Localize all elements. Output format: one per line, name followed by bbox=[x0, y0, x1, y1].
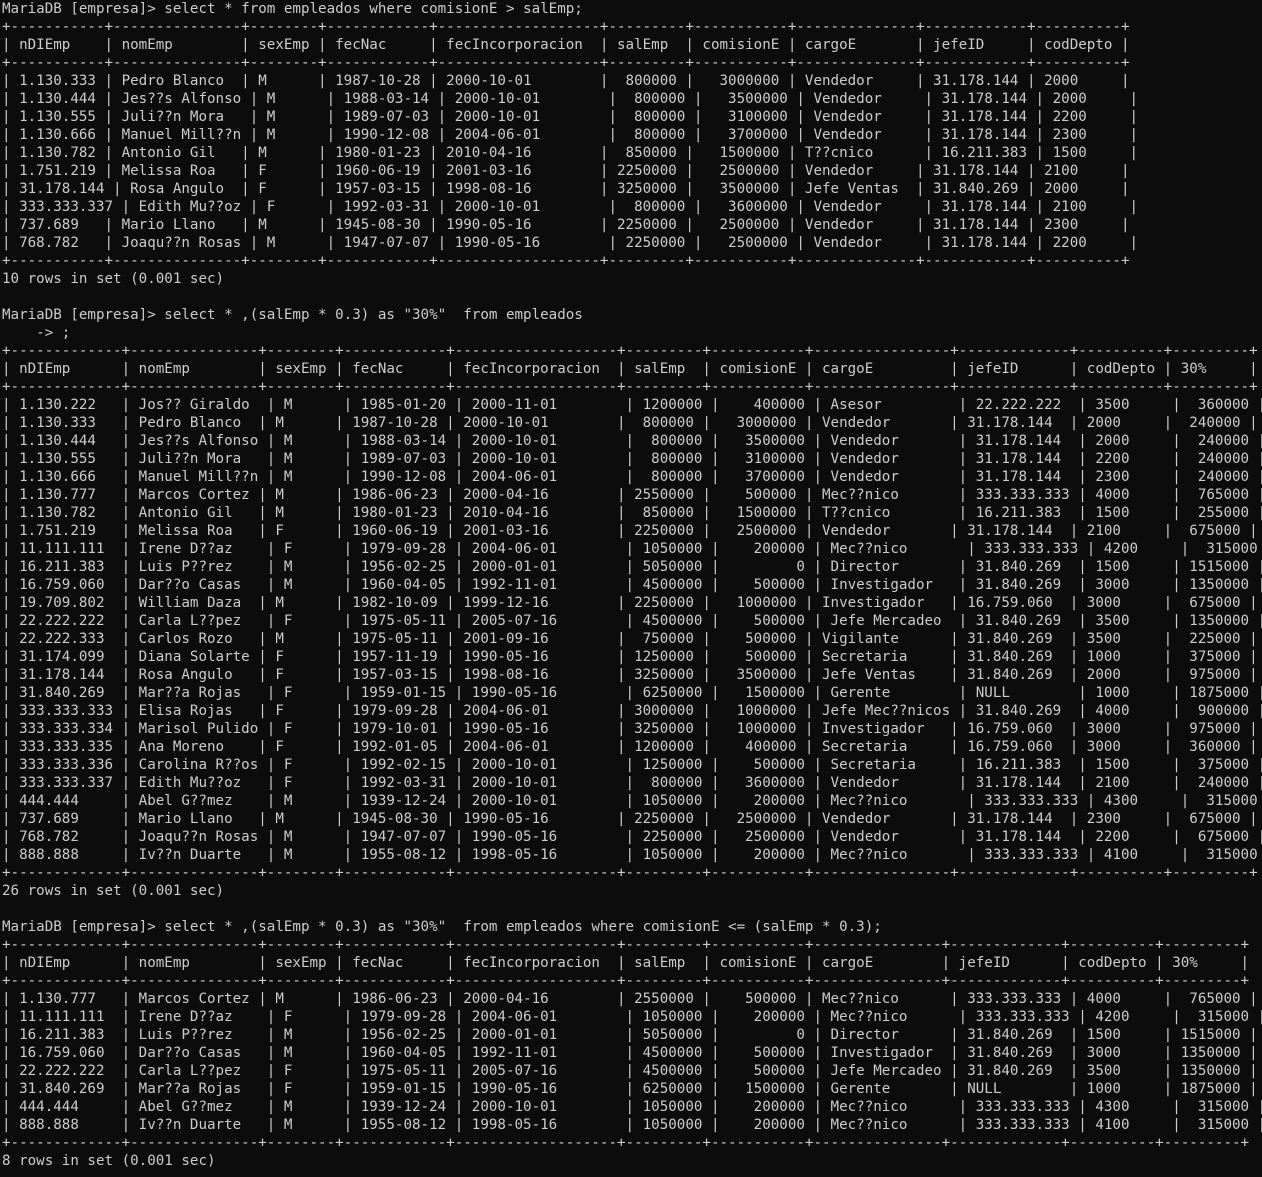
table-row: | 888.888 | Iv??n Duarte | M | 1955-08-1… bbox=[2, 847, 1262, 863]
table-row: | nDIEmp | nomEmp | sexEmp | fecNac | fe… bbox=[2, 361, 1258, 377]
table-border-line: +-----------+---------------+--------+--… bbox=[2, 55, 1130, 71]
table-border-line: +-----------+---------------+--------+--… bbox=[2, 253, 1130, 269]
table-row: | 333.333.333 | Elisa Rojas | F | 1979-0… bbox=[2, 703, 1262, 719]
terminal-output: MariaDB [empresa]> select * from emplead… bbox=[2, 0, 1262, 1170]
table-border-line: +-------------+---------------+--------+… bbox=[2, 973, 1250, 989]
table-row: | 737.689 | Mario Llano | M | 1945-08-30… bbox=[2, 811, 1258, 827]
table-row: | 22.222.222 | Carla L??pez | F | 1975-0… bbox=[2, 613, 1262, 629]
table-row: | 31.174.099 | Diana Solarte | F | 1957-… bbox=[2, 649, 1258, 665]
table-row: | 16.759.060 | Dar??o Casas | M | 1960-0… bbox=[2, 1045, 1258, 1061]
table-row: | 333.333.334 | Marisol Pulido | F | 197… bbox=[2, 721, 1258, 737]
table-row: | 737.689 | Mario Llano | M | 1945-08-30… bbox=[2, 217, 1130, 233]
table-row: | 1.130.222 | Jos?? Giraldo | M | 1985-0… bbox=[2, 397, 1262, 413]
table-row: | 333.333.337 | Edith Mu??oz | F | 1992-… bbox=[2, 775, 1262, 791]
table-row: | 768.782 | Joaqu??n Rosas | M | 1947-07… bbox=[2, 235, 1139, 251]
table-row: | 768.782 | Joaqu??n Rosas | M | 1947-07… bbox=[2, 829, 1262, 845]
table-row: | 31.840.269 | Mar??a Rojas | F | 1959-0… bbox=[2, 685, 1262, 701]
terminal-window[interactable]: MariaDB [empresa]> select * from emplead… bbox=[0, 0, 1262, 1177]
table-row: | 333.333.337 | Edith Mu??oz | F | 1992-… bbox=[2, 199, 1139, 215]
prompt-command-line: MariaDB [empresa]> select * ,(salEmp * 0… bbox=[2, 919, 882, 935]
table-row: | nDIEmp | nomEmp | sexEmp | fecNac | fe… bbox=[2, 955, 1250, 971]
table-row: | 1.751.219 | Melissa Roa | F | 1960-06-… bbox=[2, 523, 1258, 539]
table-row: | 444.444 | Abel G??mez | M | 1939-12-24… bbox=[2, 793, 1262, 809]
table-row: | 1.130.666 | Manuel Mill??n | M | 1990-… bbox=[2, 127, 1139, 143]
table-row: | 11.111.111 | Irene D??az | F | 1979-09… bbox=[2, 1009, 1262, 1025]
table-row: | 16.759.060 | Dar??o Casas | M | 1960-0… bbox=[2, 577, 1262, 593]
table-row: | 1.130.444 | Jes??s Alfonso | M | 1988-… bbox=[2, 91, 1139, 107]
table-border-line: +-------------+---------------+--------+… bbox=[2, 343, 1258, 359]
table-row: | 31.178.144 | Rosa Angulo | F | 1957-03… bbox=[2, 667, 1258, 683]
table-border-line: +-------------+---------------+--------+… bbox=[2, 937, 1250, 953]
table-row: | 1.130.777 | Marcos Cortez | M | 1986-0… bbox=[2, 487, 1262, 503]
table-row: | 333.333.335 | Ana Moreno | F | 1992-01… bbox=[2, 739, 1258, 755]
table-row: | 333.333.336 | Carolina R??os | F | 199… bbox=[2, 757, 1262, 773]
table-row: | 1.130.555 | Juli??n Mora | M | 1989-07… bbox=[2, 109, 1139, 125]
table-row: | nDIEmp | nomEmp | sexEmp | fecNac | fe… bbox=[2, 37, 1130, 53]
result-summary-line: 26 rows in set (0.001 sec) bbox=[2, 883, 225, 899]
table-row: | 22.222.222 | Carla L??pez | F | 1975-0… bbox=[2, 1063, 1258, 1079]
table-row: | 444.444 | Abel G??mez | M | 1939-12-24… bbox=[2, 1099, 1262, 1115]
table-row: | 31.840.269 | Mar??a Rojas | F | 1959-0… bbox=[2, 1081, 1258, 1097]
table-border-line: +-------------+---------------+--------+… bbox=[2, 379, 1258, 395]
table-row: | 16.211.383 | Luis P??rez | M | 1956-02… bbox=[2, 559, 1262, 575]
table-row: | 16.211.383 | Luis P??rez | M | 1956-02… bbox=[2, 1027, 1258, 1043]
result-summary-line: 10 rows in set (0.001 sec) bbox=[2, 271, 225, 287]
table-row: | 1.130.782 | Antonio Gil | M | 1980-01-… bbox=[2, 505, 1262, 521]
table-row: | 31.178.144 | Rosa Angulo | F | 1957-03… bbox=[2, 181, 1130, 197]
table-row: | 1.130.333 | Pedro Blanco | M | 1987-10… bbox=[2, 415, 1258, 431]
table-row: | 1.751.219 | Melissa Roa | F | 1960-06-… bbox=[2, 163, 1130, 179]
table-border-line: +-------------+---------------+--------+… bbox=[2, 865, 1258, 881]
result-summary-line: 8 rows in set (0.001 sec) bbox=[2, 1153, 216, 1169]
table-row: | 1.130.555 | Juli??n Mora | M | 1989-07… bbox=[2, 451, 1262, 467]
table-row: | 11.111.111 | Irene D??az | F | 1979-09… bbox=[2, 541, 1262, 557]
table-border-line: +-----------+---------------+--------+--… bbox=[2, 19, 1130, 35]
table-row: | 1.130.782 | Antonio Gil | M | 1980-01-… bbox=[2, 145, 1139, 161]
table-row: | 888.888 | Iv??n Duarte | M | 1955-08-1… bbox=[2, 1117, 1262, 1133]
table-row: | 1.130.777 | Marcos Cortez | M | 1986-0… bbox=[2, 991, 1258, 1007]
prompt-command-line: MariaDB [empresa]> select * from emplead… bbox=[2, 1, 583, 17]
table-row: | 22.222.333 | Carlos Rozo | M | 1975-05… bbox=[2, 631, 1258, 647]
prompt-command-line: MariaDB [empresa]> select * ,(salEmp * 0… bbox=[2, 307, 583, 323]
prompt-continuation-line: -> ; bbox=[2, 325, 71, 341]
table-row: | 19.709.802 | William Daza | M | 1982-1… bbox=[2, 595, 1258, 611]
table-row: | 1.130.333 | Pedro Blanco | M | 1987-10… bbox=[2, 73, 1130, 89]
table-border-line: +-------------+---------------+--------+… bbox=[2, 1135, 1250, 1151]
table-row: | 1.130.666 | Manuel Mill??n | M | 1990-… bbox=[2, 469, 1262, 485]
table-row: | 1.130.444 | Jes??s Alfonso | M | 1988-… bbox=[2, 433, 1262, 449]
